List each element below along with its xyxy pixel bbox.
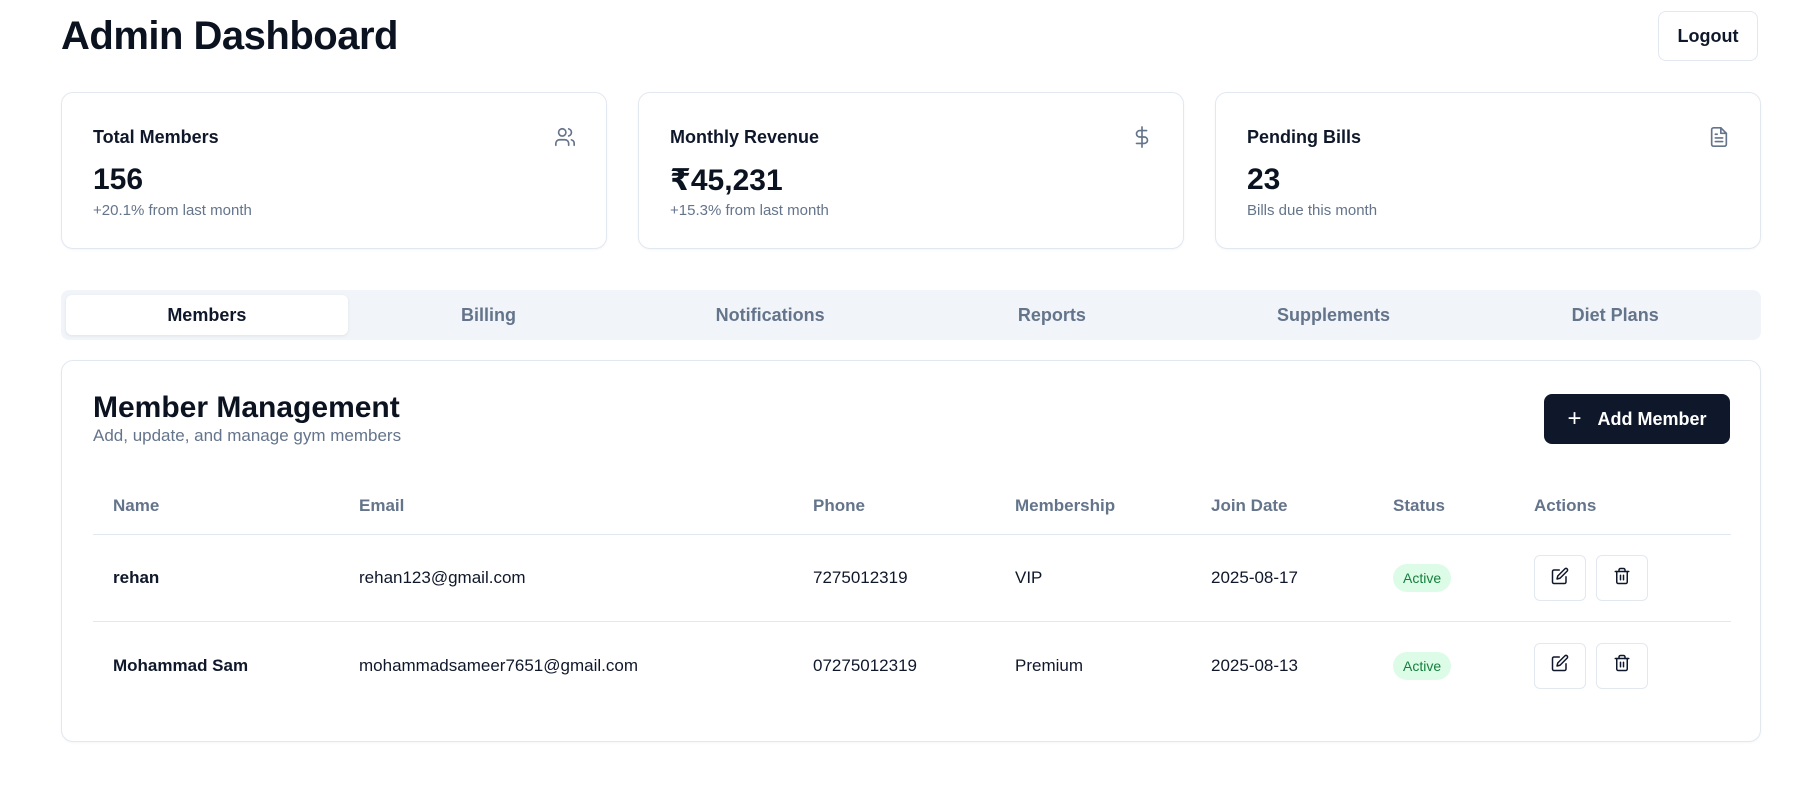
table-row: Mohammad Sam mohammadsameer7651@gmail.co… bbox=[93, 622, 1731, 709]
delete-button[interactable] bbox=[1596, 555, 1648, 601]
member-membership: VIP bbox=[1015, 568, 1043, 587]
users-icon bbox=[554, 126, 576, 148]
status-badge: Active bbox=[1393, 564, 1452, 592]
stat-label: Total Members bbox=[93, 127, 219, 147]
stat-card-pending-bills: Pending Bills 23 Bills due this month bbox=[1215, 92, 1761, 249]
stat-value: 156 bbox=[93, 163, 144, 196]
tab-members[interactable]: Members bbox=[66, 295, 348, 335]
logout-button[interactable]: Logout bbox=[1658, 11, 1758, 61]
file-text-icon bbox=[1708, 126, 1730, 148]
table-row: rehan rehan123@gmail.com 7275012319 VIP … bbox=[93, 535, 1731, 622]
member-membership: Premium bbox=[1015, 655, 1084, 675]
status-badge: Active bbox=[1393, 651, 1452, 680]
edit-button[interactable] bbox=[1534, 555, 1586, 601]
add-member-label: Add Member bbox=[1597, 408, 1707, 429]
status-cell: Active bbox=[1393, 622, 1452, 709]
member-join-date: 2025-08-13 bbox=[1211, 655, 1298, 675]
column-header: Phone bbox=[813, 496, 865, 515]
edit-icon bbox=[1551, 654, 1569, 677]
page-title: Admin Dashboard bbox=[61, 14, 398, 58]
member-email: mohammadsameer7651@gmail.com bbox=[359, 655, 638, 675]
section-title: Member Management bbox=[93, 391, 400, 424]
tab-supplements[interactable]: Supplements bbox=[1193, 295, 1475, 335]
members-table: Name Email Phone Membership Join Date St… bbox=[93, 478, 1731, 709]
stat-subtext: +20.1% from last month bbox=[93, 202, 252, 219]
column-header: Status bbox=[1393, 496, 1445, 515]
column-header: Email bbox=[359, 496, 405, 515]
stat-card-total-members: Total Members 156 +20.1% from last month bbox=[61, 92, 607, 249]
stat-value: ₹45,231 bbox=[670, 164, 783, 197]
tab-list: Members Billing Notifications Reports Su… bbox=[61, 290, 1761, 340]
tab-notifications[interactable]: Notifications bbox=[629, 295, 911, 335]
status-cell: Active bbox=[1393, 535, 1452, 621]
edit-icon bbox=[1551, 567, 1569, 590]
stat-card-monthly-revenue: Monthly Revenue ₹45,231 +15.3% from last… bbox=[638, 92, 1184, 249]
tab-reports[interactable]: Reports bbox=[911, 295, 1193, 335]
section-description: Add, update, and manage gym members bbox=[93, 426, 402, 445]
actions-cell bbox=[1534, 622, 1648, 709]
column-header: Membership bbox=[1015, 496, 1116, 515]
delete-button[interactable] bbox=[1596, 642, 1648, 689]
member-phone: 07275012319 bbox=[813, 655, 918, 675]
stat-subtext: +15.3% from last month bbox=[670, 202, 829, 219]
admin-dashboard-page: Admin Dashboard Logout Total Members 156… bbox=[0, 0, 1797, 787]
member-name: Mohammad Sam bbox=[113, 655, 249, 675]
member-management-card: Member Management Add, update, and manag… bbox=[61, 360, 1761, 742]
member-email: rehan123@gmail.com bbox=[359, 568, 526, 587]
column-header: Name bbox=[113, 496, 160, 515]
column-header: Actions bbox=[1534, 496, 1597, 515]
tab-diet-plans[interactable]: Diet Plans bbox=[1474, 295, 1756, 335]
member-name: rehan bbox=[113, 568, 160, 587]
stat-value: 23 bbox=[1247, 163, 1281, 196]
tab-billing[interactable]: Billing bbox=[348, 295, 630, 335]
plus-icon: + bbox=[1567, 405, 1582, 432]
column-header: Join Date bbox=[1211, 496, 1288, 515]
stat-label: Monthly Revenue bbox=[670, 127, 820, 147]
actions-cell bbox=[1534, 535, 1648, 621]
stat-subtext: Bills due this month bbox=[1247, 202, 1378, 219]
stat-label: Pending Bills bbox=[1247, 127, 1362, 147]
table-header-row: Name Email Phone Membership Join Date St… bbox=[93, 478, 1731, 535]
dollar-icon bbox=[1131, 126, 1153, 148]
trash-icon bbox=[1613, 567, 1631, 590]
member-phone: 7275012319 bbox=[813, 568, 908, 587]
add-member-button[interactable]: + Add Member bbox=[1544, 394, 1730, 444]
trash-icon bbox=[1613, 654, 1631, 677]
edit-button[interactable] bbox=[1534, 642, 1586, 689]
member-join-date: 2025-08-17 bbox=[1211, 568, 1298, 587]
